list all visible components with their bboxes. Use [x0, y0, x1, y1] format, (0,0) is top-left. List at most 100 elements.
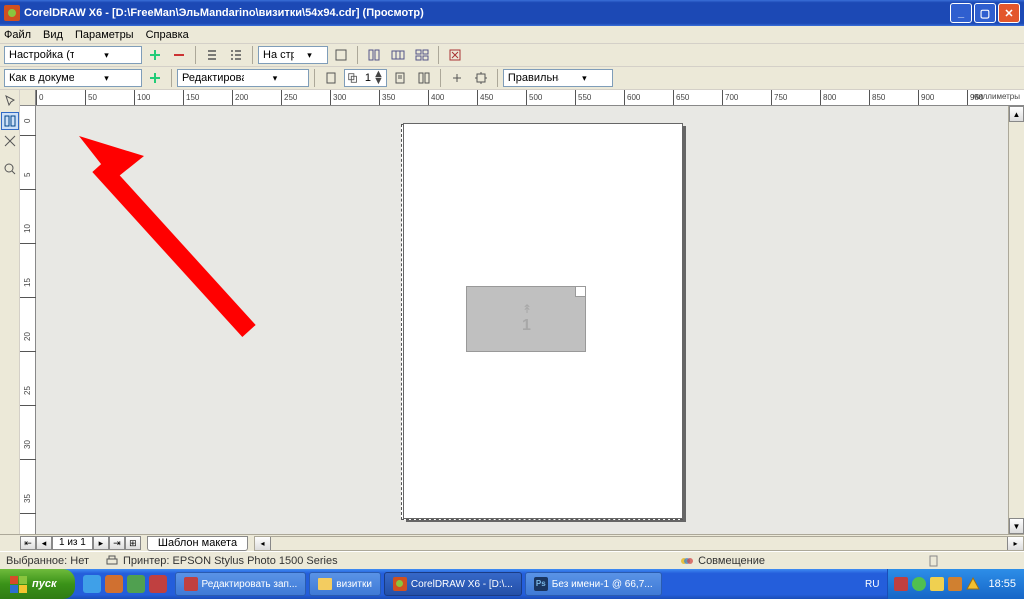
brochure-dropdown[interactable]: Правильная брошюровк ▾ — [503, 69, 613, 87]
zoom-fit-dropdown[interactable]: На страницу ▾ — [258, 46, 328, 64]
vertical-scrollbar[interactable]: ▲ ▼ — [1008, 106, 1024, 534]
tray-icon-1[interactable] — [894, 577, 908, 591]
pick-tool[interactable] — [1, 92, 19, 110]
separator — [438, 46, 439, 64]
add-preset-button[interactable] — [144, 45, 166, 65]
ql-ie-icon[interactable] — [83, 575, 101, 593]
tray-speaker-icon[interactable] — [948, 577, 962, 591]
chevron-down-icon: ▾ — [559, 73, 610, 84]
copies-spinner[interactable]: 1 ▲▼ — [344, 69, 387, 87]
statusbar: Выбранное: Нет Принтер: EPSON Stylus Pho… — [0, 551, 1024, 569]
scroll-right-button[interactable]: ▸ — [1007, 537, 1023, 550]
page-preview[interactable]: ↟ 1 — [403, 123, 683, 519]
page-tab-label: Шаблон макета — [158, 537, 237, 549]
marks-tool-2[interactable] — [470, 68, 492, 88]
preview-preset-dropdown[interactable]: Настройка (текущие парамет... ▾ — [4, 46, 142, 64]
photoshop-icon: Ps — [534, 577, 548, 591]
next-page-button[interactable]: ▸ — [93, 536, 109, 550]
toolbar-2: Как в документе (Вся страница) ▾ Редакти… — [0, 67, 1024, 90]
spinner-arrows[interactable]: ▲▼ — [373, 71, 384, 85]
prev-page-button[interactable]: ◂ — [36, 536, 52, 550]
status-selection: Выбранное: Нет — [6, 555, 89, 567]
page-tab[interactable]: Шаблон макета — [147, 536, 248, 551]
ruler-horizontal[interactable]: 0501001502002503003504004505005506006507… — [20, 90, 1024, 106]
remove-preset-button[interactable] — [168, 45, 190, 65]
last-page-button[interactable]: ⇥ — [109, 536, 125, 550]
page-counter[interactable]: 1 из 1 — [52, 536, 93, 550]
page-number: 1 — [522, 317, 531, 335]
page-thumbnail[interactable]: ↟ 1 — [466, 286, 586, 352]
tray-icon-3[interactable] — [930, 577, 944, 591]
color-registration-icon — [680, 555, 694, 567]
document-fit-dropdown[interactable]: Как в документе (Вся страница) ▾ — [4, 69, 142, 87]
task-photoshop-label: Без имени-1 @ 66,7... — [552, 579, 653, 590]
page-navigation-bar: ⇤ ◂ 1 из 1 ▸ ⇥ ⊞ Шаблон макета ◂ ▸ — [0, 534, 1024, 551]
page-tool-2[interactable] — [389, 68, 411, 88]
ruler-vertical[interactable]: 05101520253035 — [20, 106, 36, 534]
page-navigator: ⇤ ◂ 1 из 1 ▸ ⇥ ⊞ — [20, 536, 141, 550]
close-preview-button[interactable] — [444, 45, 466, 65]
edit-main-dropdown[interactable]: Редактировать основные пар ▾ — [177, 69, 309, 87]
close-button[interactable]: ✕ — [998, 3, 1020, 23]
scroll-up-button[interactable]: ▲ — [1009, 106, 1024, 122]
language-indicator[interactable]: RU — [865, 579, 879, 590]
folder-icon — [318, 578, 332, 590]
fullscreen-button[interactable] — [330, 45, 352, 65]
scroll-left-button[interactable]: ◂ — [255, 537, 271, 550]
separator — [440, 69, 441, 87]
add-page-button[interactable]: ⊞ — [125, 536, 141, 550]
coreldraw-task-icon — [393, 577, 407, 591]
separator — [314, 69, 315, 87]
menu-file[interactable]: Файл — [4, 29, 31, 41]
canvas[interactable]: ↟ 1 — [36, 106, 1008, 534]
tray-warning-icon[interactable] — [966, 577, 980, 591]
layout-button-2[interactable] — [387, 45, 409, 65]
menu-help[interactable]: Справка — [146, 29, 189, 41]
task-folder-label: визитки — [336, 579, 372, 590]
layout-button-1[interactable] — [363, 45, 385, 65]
first-page-button[interactable]: ⇤ — [20, 536, 36, 550]
page-tool-1[interactable] — [320, 68, 342, 88]
list-button-2[interactable] — [225, 45, 247, 65]
canvas-container: ↟ 1 ▲ ▼ — [36, 106, 1024, 534]
marks-placement-tool[interactable] — [1, 132, 19, 150]
copies-value: 1 — [359, 72, 373, 84]
minimize-button[interactable]: _ — [950, 3, 972, 23]
maximize-button[interactable]: ▢ — [974, 3, 996, 23]
list-button-1[interactable] — [201, 45, 223, 65]
horizontal-scrollbar[interactable]: ◂ ▸ — [254, 536, 1024, 551]
scroll-down-button[interactable]: ▼ — [1009, 518, 1024, 534]
copies-icon — [347, 72, 359, 84]
add-button[interactable] — [144, 68, 166, 88]
quicklaunch — [83, 575, 167, 593]
layout-button-3[interactable] — [411, 45, 433, 65]
workarea: 0501001502002503003504004505005506006507… — [0, 90, 1024, 534]
status-page-icon — [926, 554, 940, 568]
ql-icon-3[interactable] — [127, 575, 145, 593]
status-printer: Принтер: EPSON Stylus Photo 1500 Series — [105, 554, 338, 568]
titlebar: CorelDRAW X6 - [D:\FreeMan\ЭльMandarino\… — [0, 0, 1024, 26]
menu-options[interactable]: Параметры — [75, 29, 134, 41]
separator — [195, 46, 196, 64]
marks-tool-1[interactable] — [446, 68, 468, 88]
edit-main-label: Редактировать основные пар — [182, 72, 244, 84]
start-button[interactable]: пуск — [0, 569, 75, 599]
page-icon — [926, 554, 940, 568]
document-fit-label: Как в документе (Вся страница) — [9, 72, 74, 84]
preview-preset-label: Настройка (текущие парамет... — [9, 49, 74, 61]
ql-yandex-icon[interactable] — [149, 575, 167, 593]
page-tool-3[interactable] — [413, 68, 435, 88]
left-toolbar — [0, 90, 20, 534]
separator — [252, 46, 253, 64]
fold-corner-icon — [575, 287, 585, 297]
menu-view[interactable]: Вид — [43, 29, 63, 41]
imposition-layout-tool[interactable] — [1, 112, 19, 130]
coreldraw-icon — [4, 5, 20, 21]
ql-icon-2[interactable] — [105, 575, 123, 593]
start-label: пуск — [32, 578, 57, 590]
zoom-tool[interactable] — [1, 160, 19, 178]
tray-clock[interactable]: 18:55 — [988, 578, 1016, 590]
scroll-track[interactable] — [271, 537, 1007, 550]
windows-taskbar: пуск Редактировать зап... визитки CorelD… — [0, 569, 1024, 599]
tray-icon-2[interactable] — [912, 577, 926, 591]
